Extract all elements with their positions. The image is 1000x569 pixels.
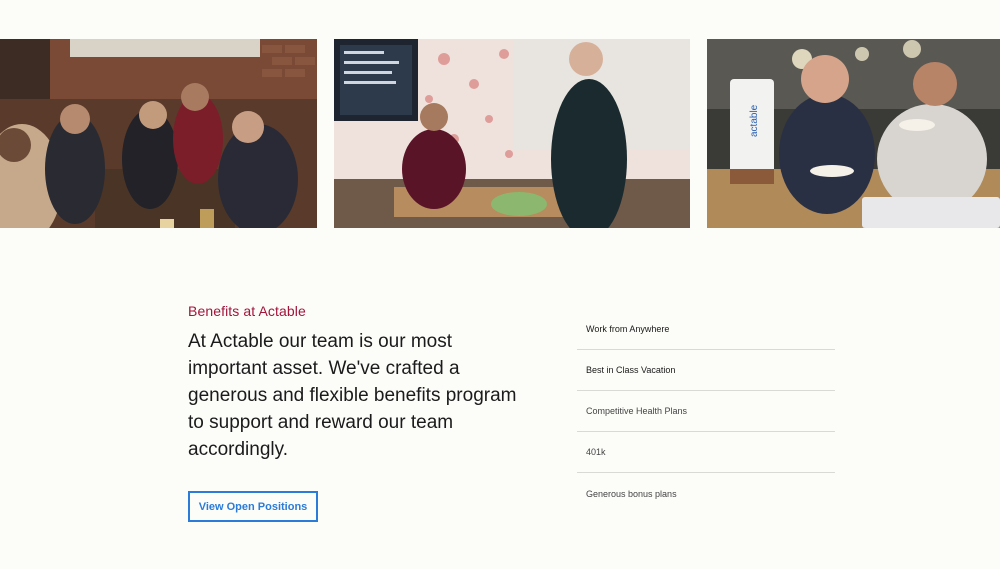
benefit-item-health-plans: Competitive Health Plans (577, 391, 835, 432)
benefit-item-vacation: Best in Class Vacation (577, 350, 835, 391)
benefit-item-work-from-anywhere: Work from Anywhere (577, 309, 835, 350)
benefits-list: Work from Anywhere Best in Class Vacatio… (577, 309, 835, 514)
team-photo-gift-wrapping (334, 39, 690, 228)
benefits-headline: At Actable our team is our most importan… (188, 331, 517, 460)
section-eyebrow: Benefits at Actable (188, 303, 306, 319)
team-photo-restaurant (0, 39, 317, 228)
team-photo-office-lunch: actable (707, 39, 1000, 228)
mug-brand-text: actable (749, 104, 760, 137)
benefit-item-bonus-plans: Generous bonus plans (586, 488, 677, 499)
view-open-positions-button[interactable]: View Open Positions (188, 491, 318, 522)
team-photo-gallery: actable (0, 39, 1000, 228)
benefit-item-401k: 401k (577, 432, 835, 473)
